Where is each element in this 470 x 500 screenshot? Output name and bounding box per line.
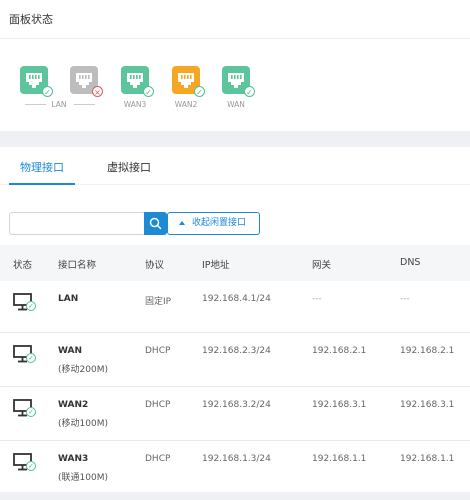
check-icon: ✓ — [194, 86, 205, 97]
table-row[interactable]: ✓ LAN 固定IP 192.168.4.1/24 --- --- — [0, 281, 470, 333]
interface-note: (联通100M) — [58, 473, 108, 483]
search-button[interactable] — [144, 212, 167, 235]
protocol: DHCP — [145, 346, 171, 356]
check-icon: ✓ — [26, 301, 36, 311]
header-protocol: 协议 — [145, 260, 165, 271]
table-row[interactable]: ✓ WAN (移动200M) DHCP 192.168.2.3/24 192.1… — [0, 333, 470, 387]
header-status: 状态 — [13, 260, 33, 271]
table-header: 状态 接口名称 协议 IP地址 网关 DNS — [0, 245, 470, 281]
port-label-wan: WAN — [227, 100, 245, 109]
ip-address: 192.168.4.1/24 — [202, 294, 271, 304]
search-icon — [149, 217, 162, 230]
gateway: 192.168.3.1 — [312, 400, 367, 410]
header-gateway: 网关 — [312, 260, 332, 271]
interface-name: LAN — [58, 294, 79, 304]
check-icon: ✓ — [26, 461, 36, 471]
caret-up-icon — [179, 221, 185, 225]
panel-title: 面板状态 — [9, 13, 53, 26]
tab-virtual[interactable]: 虚拟接口 — [107, 159, 151, 175]
monitor-icon: ✓ — [13, 293, 36, 317]
header-name: 接口名称 — [58, 260, 97, 271]
port-label-lan: LAN — [51, 100, 67, 109]
port-wan3[interactable]: ✓ — [119, 66, 154, 98]
port-wan2[interactable]: ✓ — [170, 66, 205, 98]
interface-name: WAN2 — [58, 400, 89, 410]
dns: 192.168.2.1 — [400, 346, 455, 356]
lan-group-line-right — [74, 104, 95, 105]
interface-name: WAN3 — [58, 454, 89, 464]
gateway: 192.168.1.1 — [312, 454, 367, 464]
error-icon: × — [92, 86, 103, 97]
check-icon: ✓ — [26, 353, 36, 363]
collapse-idle-button[interactable]: 收起闲置接口 — [167, 212, 260, 235]
ip-address: 192.168.3.2/24 — [202, 400, 271, 410]
monitor-icon: ✓ — [13, 453, 36, 477]
divider — [0, 38, 470, 39]
protocol: DHCP — [145, 454, 171, 464]
protocol: DHCP — [145, 400, 171, 410]
check-icon: ✓ — [143, 86, 154, 97]
section-separator — [0, 131, 470, 147]
ip-address: 192.168.2.3/24 — [202, 346, 271, 356]
monitor-icon: ✓ — [13, 399, 36, 423]
check-icon: ✓ — [244, 86, 255, 97]
ip-address: 192.168.1.3/24 — [202, 454, 271, 464]
port-label-wan3: WAN3 — [123, 100, 147, 109]
interface-note: (移动200M) — [58, 365, 108, 375]
protocol: 固定IP — [145, 297, 172, 307]
check-icon: ✓ — [42, 86, 53, 97]
interface-tabs: 物理接口 虚拟接口 — [0, 147, 470, 185]
interface-table: 状态 接口名称 协议 IP地址 网关 DNS ✓ LAN 固定IP 192.16… — [0, 245, 470, 491]
collapse-idle-label: 收起闲置接口 — [192, 218, 247, 228]
check-icon: ✓ — [26, 407, 36, 417]
dns: 192.168.1.1 — [400, 454, 455, 464]
dns: 192.168.3.1 — [400, 400, 455, 410]
search-input[interactable] — [9, 212, 145, 235]
bottom-band — [0, 492, 470, 500]
dns: --- — [400, 294, 410, 304]
tab-physical[interactable]: 物理接口 — [20, 159, 64, 175]
port-label-wan2: WAN2 — [174, 100, 198, 109]
gateway: 192.168.2.1 — [312, 346, 367, 356]
table-row[interactable]: ✓ WAN2 (移动100M) DHCP 192.168.3.2/24 192.… — [0, 387, 470, 441]
port-lan[interactable]: ✓ — [18, 66, 53, 98]
monitor-icon: ✓ — [13, 345, 36, 369]
table-row[interactable]: ✓ WAN3 (联通100M) DHCP 192.168.1.3/24 192.… — [0, 441, 470, 491]
interface-note: (移动100M) — [58, 419, 108, 429]
active-tab-indicator — [9, 183, 75, 185]
port-lan-2[interactable]: × — [68, 66, 103, 98]
port-wan[interactable]: ✓ — [220, 66, 255, 98]
header-ip: IP地址 — [202, 260, 230, 271]
header-dns: DNS — [400, 257, 421, 268]
gateway: --- — [312, 294, 322, 304]
interface-name: WAN — [58, 346, 83, 356]
